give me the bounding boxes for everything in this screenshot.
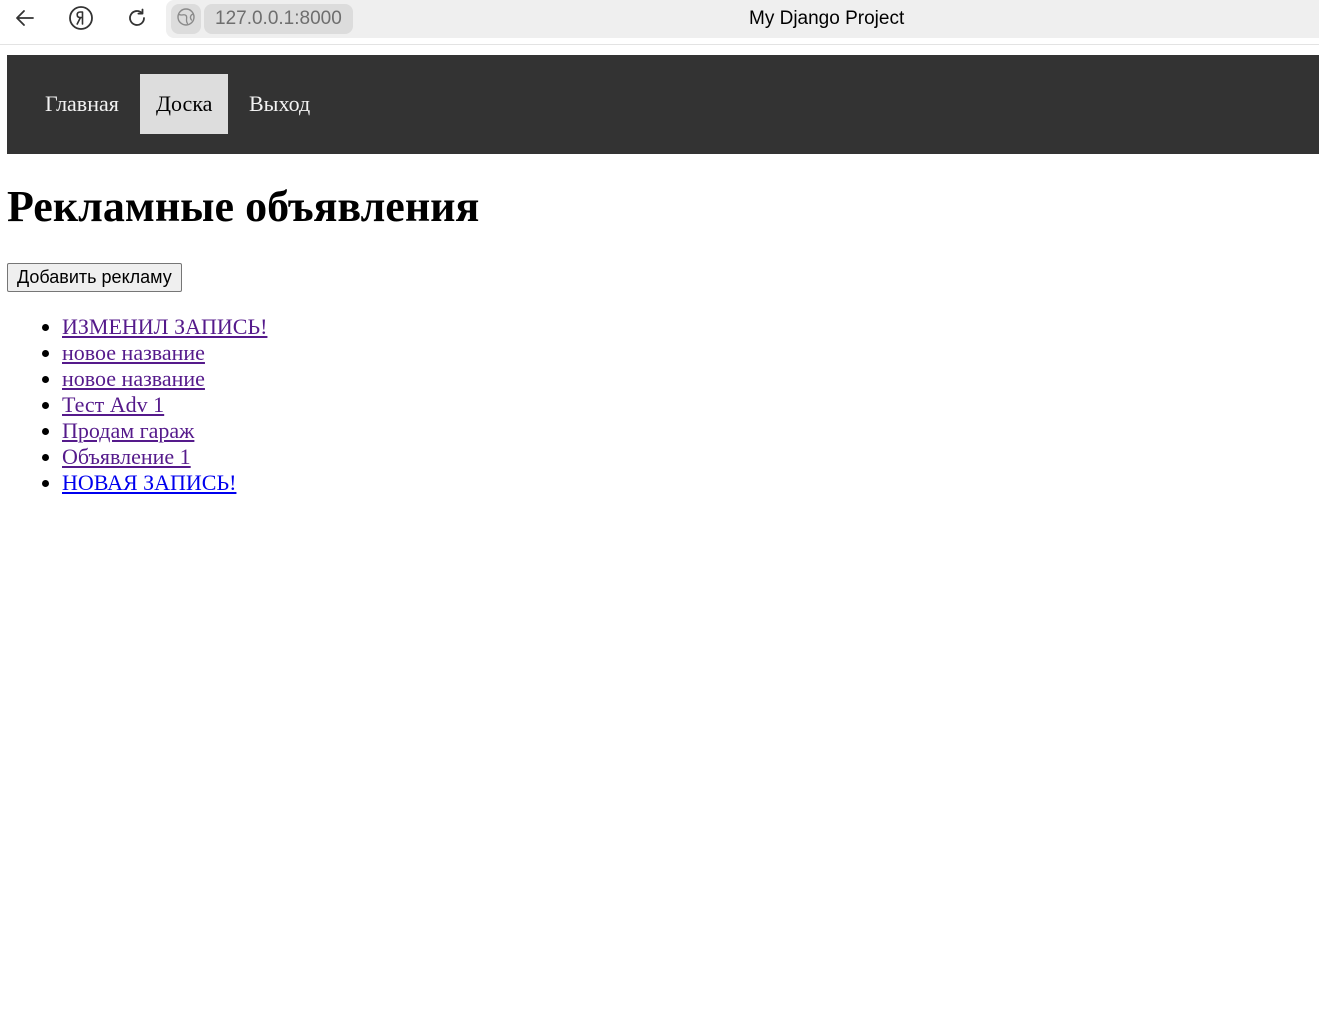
yandex-button[interactable] — [65, 4, 97, 36]
ad-link[interactable]: Продам гараж — [62, 418, 194, 443]
page-tab-title: My Django Project — [749, 8, 905, 29]
reload-icon — [126, 7, 148, 34]
add-ad-button[interactable]: Добавить рекламу — [7, 263, 182, 292]
back-button[interactable] — [9, 4, 41, 36]
ad-link[interactable]: новое название — [62, 366, 205, 391]
list-item: ИЗМЕНИЛ ЗАПИСЬ! — [62, 314, 267, 340]
address-bar[interactable]: 127.0.0.1:8000 My Django Project — [166, 0, 1319, 38]
top-navigation: Главная Доска Выход — [7, 55, 1319, 154]
page-content: Главная Доска Выход Рекламные объявления… — [0, 47, 1319, 1022]
list-item: НОВАЯ ЗАПИСЬ! — [62, 470, 267, 496]
list-item: Тест Adv 1 — [62, 392, 267, 418]
url-text[interactable]: 127.0.0.1:8000 — [204, 4, 353, 34]
nav-item-logout[interactable]: Выход — [233, 74, 326, 134]
ad-link[interactable]: НОВАЯ ЗАПИСЬ! — [62, 470, 236, 495]
ad-list: ИЗМЕНИЛ ЗАПИСЬ! новое название новое наз… — [62, 314, 267, 496]
page-title: Рекламные объявления — [7, 182, 480, 231]
ad-link[interactable]: ИЗМЕНИЛ ЗАПИСЬ! — [62, 314, 267, 339]
nav-item-home[interactable]: Главная — [29, 74, 135, 134]
list-item: Продам гараж — [62, 418, 267, 444]
list-item: Объявление 1 — [62, 444, 267, 470]
ad-link[interactable]: Тест Adv 1 — [62, 392, 164, 417]
yandex-logo-icon — [68, 5, 94, 36]
reload-button[interactable] — [121, 4, 153, 36]
site-info-button[interactable] — [171, 4, 201, 34]
ad-link[interactable]: Объявление 1 — [62, 444, 191, 469]
toolbar-divider — [0, 44, 1319, 45]
arrow-left-icon — [14, 7, 36, 34]
browser-toolbar: 127.0.0.1:8000 My Django Project — [0, 0, 1319, 40]
list-item: новое название — [62, 340, 267, 366]
nav-item-board[interactable]: Доска — [140, 74, 229, 134]
globe-icon — [176, 7, 196, 32]
ad-link[interactable]: новое название — [62, 340, 205, 365]
list-item: новое название — [62, 366, 267, 392]
